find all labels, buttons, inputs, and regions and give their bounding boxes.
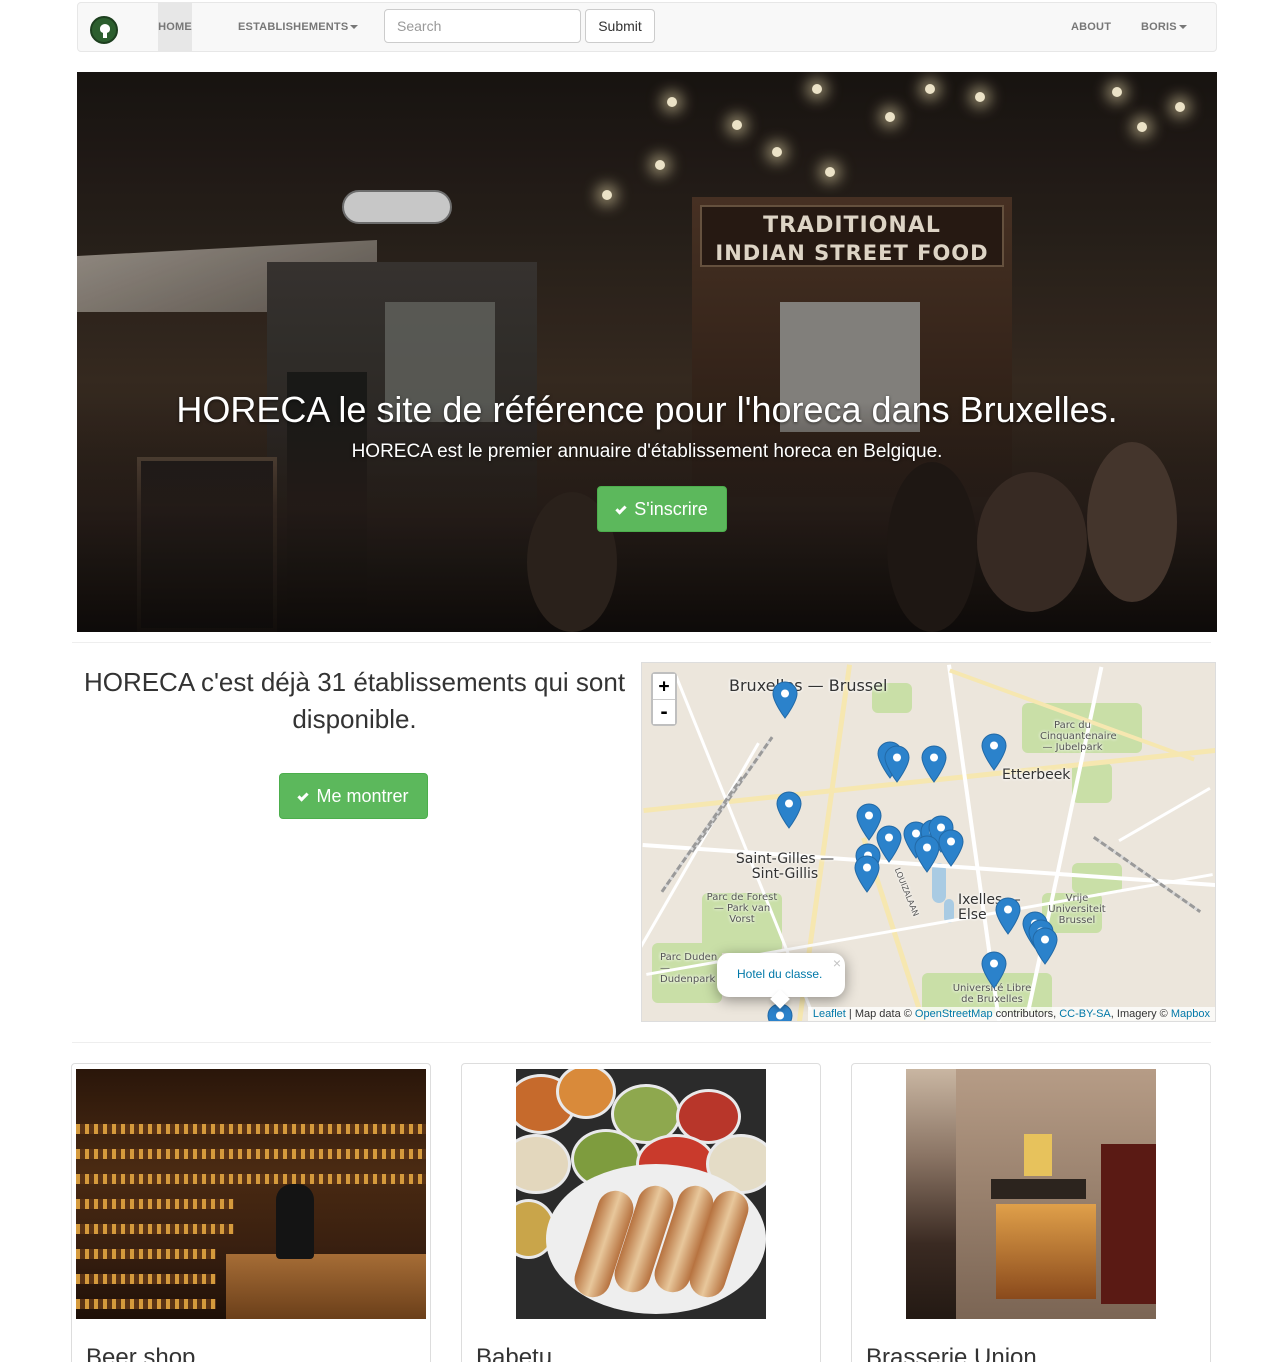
leaflet-link[interactable]: Leaflet: [813, 1008, 846, 1020]
map-label-cinquantenaire: Parc du Cinquantenaire — Jubelpark: [1040, 720, 1117, 753]
license-link[interactable]: CC-BY-SA: [1059, 1008, 1111, 1020]
establishments-map[interactable]: Bruxelles — Brussel Etterbeek Saint-Gill…: [641, 662, 1216, 1022]
brand-logo-icon[interactable]: [90, 16, 118, 44]
attribution-text-1: | Map data ©: [845, 1008, 915, 1020]
map-marker-icon[interactable]: [981, 951, 1007, 989]
map-marker-icon[interactable]: [772, 681, 798, 719]
zoom-in-button[interactable]: +: [653, 674, 675, 699]
attribution-text-3: , Imagery ©: [1110, 1008, 1171, 1020]
osm-link[interactable]: OpenStreetMap: [915, 1008, 993, 1020]
show-me-button[interactable]: Me montrer: [279, 773, 428, 819]
divider: [72, 1042, 1211, 1043]
nav-user-dropdown[interactable]: BORIS: [1141, 3, 1187, 51]
nav-home[interactable]: HOME: [144, 3, 206, 51]
establishment-card[interactable]: Brasserie Union: [851, 1063, 1211, 1362]
card-title: Babetu: [476, 1344, 553, 1362]
nav-user-label: BORIS: [1141, 21, 1177, 33]
intro-text: HORECA c'est déjà 31 établissements qui …: [83, 667, 626, 734]
check-icon: [297, 789, 310, 802]
map-attribution: Leaflet | Map data © OpenStreetMap contr…: [807, 1007, 1215, 1021]
navbar: HOME ESTABLISHEMENTS Submit ABOUT BORIS: [77, 2, 1217, 52]
nav-about[interactable]: ABOUT: [1071, 3, 1111, 51]
establishment-photo: [516, 1069, 766, 1319]
map-label-etterbeek: Etterbeek: [1002, 767, 1071, 783]
signup-button[interactable]: S'inscrire: [597, 486, 727, 532]
map-label-louizalaan: LOUIZALAAN: [892, 866, 921, 918]
caret-down-icon: [350, 25, 359, 30]
map-popup: Hotel du classe. ×: [717, 953, 845, 997]
map-marker-icon[interactable]: [914, 835, 940, 873]
divider: [72, 642, 1211, 643]
map-marker-icon[interactable]: [995, 897, 1021, 935]
search-input[interactable]: [384, 9, 581, 43]
card-title: Brasserie Union: [866, 1344, 1037, 1362]
establishment-card[interactable]: Beer shop: [71, 1063, 431, 1362]
nav-establishments-dropdown[interactable]: ESTABLISHEMENTS: [238, 3, 359, 51]
popup-close-icon[interactable]: ×: [833, 955, 841, 971]
attribution-text-2: contributors,: [992, 1008, 1060, 1020]
check-icon: [615, 502, 627, 515]
establishment-photo: [76, 1069, 426, 1319]
map-label-saint-gilles: Saint-Gilles — Sint-Gillis: [735, 851, 835, 883]
nav-establishments-label: ESTABLISHEMENTS: [238, 21, 349, 33]
caret-down-icon: [1178, 25, 1187, 30]
map-marker-icon[interactable]: [854, 855, 880, 893]
hero-overlay: [77, 72, 1217, 632]
zoom-control: + -: [651, 672, 677, 726]
map-label-forest: Parc de Forest — Park van Vorst: [706, 892, 778, 925]
establishment-photo: [906, 1069, 1156, 1319]
hero-jumbotron: TRADITIONAL INDIAN STREET FOOD HORECA le…: [77, 72, 1217, 632]
map-marker-icon[interactable]: [1032, 927, 1058, 965]
map-label-duden: Parc Duden — Dudenpark: [660, 952, 718, 985]
mapbox-link[interactable]: Mapbox: [1171, 1008, 1210, 1020]
show-me-label: Me montrer: [316, 785, 409, 806]
map-marker-icon[interactable]: [776, 791, 802, 829]
establishment-card[interactable]: Babetu: [461, 1063, 821, 1362]
map-marker-icon[interactable]: [921, 745, 947, 783]
submit-button[interactable]: Submit: [585, 9, 655, 43]
popup-text: Hotel du classe.: [737, 967, 823, 981]
map-label-brussels: Bruxelles — Brussel: [729, 676, 888, 695]
hero-title: HORECA le site de référence pour l'horec…: [176, 389, 1118, 430]
map-marker-icon[interactable]: [981, 733, 1007, 771]
zoom-out-button[interactable]: -: [653, 699, 675, 724]
hero-subtitle: HORECA est le premier annuaire d'établis…: [351, 441, 943, 462]
map-marker-icon[interactable]: [938, 829, 964, 867]
map-marker-icon[interactable]: [884, 745, 910, 783]
signup-label: S'inscrire: [634, 498, 708, 519]
card-title: Beer shop: [86, 1344, 196, 1362]
